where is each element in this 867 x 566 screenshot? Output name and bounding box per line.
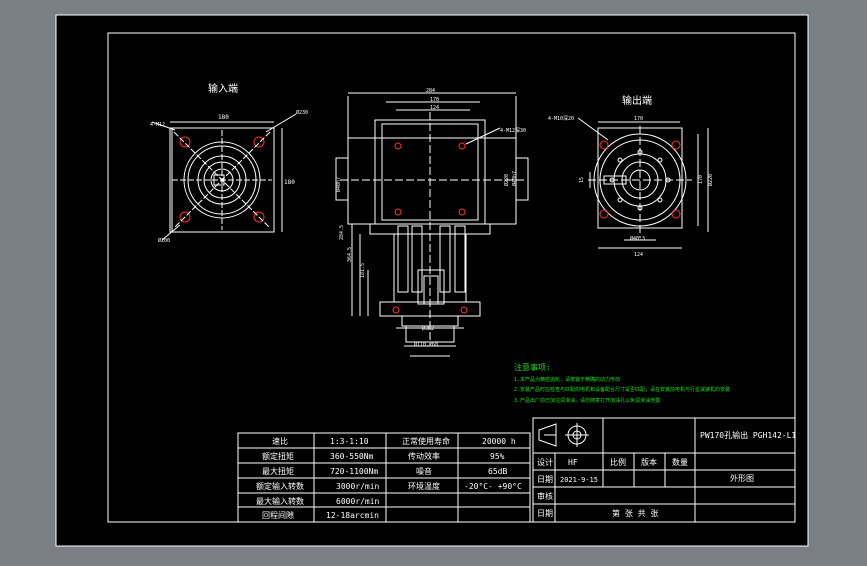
- note-item: 3.产品出厂前已加注润滑油，请勿随意打开加油孔以免润滑油泄露: [514, 397, 660, 404]
- spec-cell: 额定输入转数: [256, 481, 304, 491]
- output-dim-right-a: 170: [698, 175, 704, 184]
- spec-cell: 20000 h: [482, 437, 516, 446]
- spec-cell: 速比: [272, 436, 288, 446]
- note-item: 2.安装产品时应检查与匹配的电机和设备配合尺寸是否匹配，请在安装前电机与行星减速…: [514, 386, 730, 393]
- note-item: 1.本产品为精密齿轮，请按装于精确的动力传动: [514, 376, 620, 383]
- side-dim-left: Ø40h7: [335, 177, 342, 192]
- drawing-name: 外形图: [730, 473, 754, 483]
- spec-cell: 360-550Nm: [330, 452, 374, 461]
- input-note-tl: 4-M12: [150, 122, 165, 128]
- side-note-hole: 4-M12深30: [500, 127, 526, 134]
- spec-cell: 额定扭矩: [262, 451, 294, 461]
- designer: HF: [568, 458, 578, 467]
- output-dim-top: 170: [634, 116, 643, 122]
- spec-cell: 95%: [490, 452, 505, 461]
- side-dim-v3: 181.5: [360, 263, 366, 278]
- drawing-sheet: 输入端 180 180 4-M12 Ø230 Ø200 284 170 124 …: [55, 14, 809, 547]
- output-dim-right-b: Ø220: [707, 174, 714, 186]
- input-dim-right: 180: [284, 179, 295, 186]
- spec-cell: 最大扭矩: [262, 466, 294, 476]
- output-dim-bottom-a: Ø40.3: [630, 235, 645, 242]
- side-dim-inner: 124: [430, 105, 439, 111]
- spec-cell: 噪音: [416, 466, 432, 476]
- spec-cell: 1:3-1:10: [330, 437, 369, 446]
- date2-label: 日期: [537, 509, 553, 518]
- spec-cell: 3000r/min: [336, 482, 380, 491]
- scale-label: 比例: [610, 457, 626, 467]
- spec-cell: 正常使用寿命: [402, 436, 450, 446]
- side-dim-b1: Ø382: [422, 325, 434, 332]
- output-dim-left: 15: [579, 177, 585, 183]
- cad-viewer: 输入端 180 180 4-M12 Ø230 Ø200 284 170 124 …: [0, 0, 867, 562]
- spec-cell: 720-1100Nm: [330, 467, 378, 476]
- design-label: 设计: [537, 457, 553, 467]
- spec-cell: 环境温度: [408, 481, 440, 491]
- version-label: 版本: [641, 457, 657, 467]
- notes-title: 注意事项:: [514, 362, 551, 372]
- input-view-label: 输入端: [208, 82, 238, 95]
- sheet-label: 第 张 共 张: [612, 508, 658, 518]
- side-dim-v2: 364.5: [347, 247, 353, 262]
- side-dim-right-a: Ø220: [503, 174, 510, 186]
- input-note-bl: Ø200: [158, 237, 170, 244]
- input-note-tr: Ø230: [296, 109, 308, 116]
- side-dim-mid: 170: [430, 97, 439, 103]
- spec-cell: 回程间隙: [262, 510, 294, 520]
- product-title: PW170孔输出 PGH142-L1: [700, 430, 796, 440]
- side-dim-right-b: Ø40h7: [511, 171, 518, 186]
- qty-label: 数量: [672, 457, 688, 467]
- side-dim-b2: Ø110.268: [414, 341, 438, 348]
- output-dim-bottom-b: 124: [634, 252, 643, 258]
- spec-cell: 12-18arcmin: [326, 511, 379, 520]
- side-dim-v1: 284.5: [339, 225, 345, 240]
- date-label: 日期: [537, 475, 553, 484]
- spec-cell: 65dB: [488, 467, 507, 476]
- spec-cell: 最大输入转数: [256, 496, 304, 506]
- output-note-left: 4-M10深20: [548, 115, 574, 122]
- spec-cell: -20°C- +90°C: [464, 482, 522, 491]
- output-view-label: 输出端: [622, 94, 652, 107]
- side-dim-overall: 284: [426, 88, 435, 94]
- spec-cell: 6000r/min: [336, 497, 380, 506]
- spec-cell: 传动效率: [408, 451, 440, 461]
- input-dim-top: 180: [218, 114, 229, 121]
- review-label: 审核: [537, 491, 553, 501]
- date-value: 2021-9-15: [560, 476, 598, 484]
